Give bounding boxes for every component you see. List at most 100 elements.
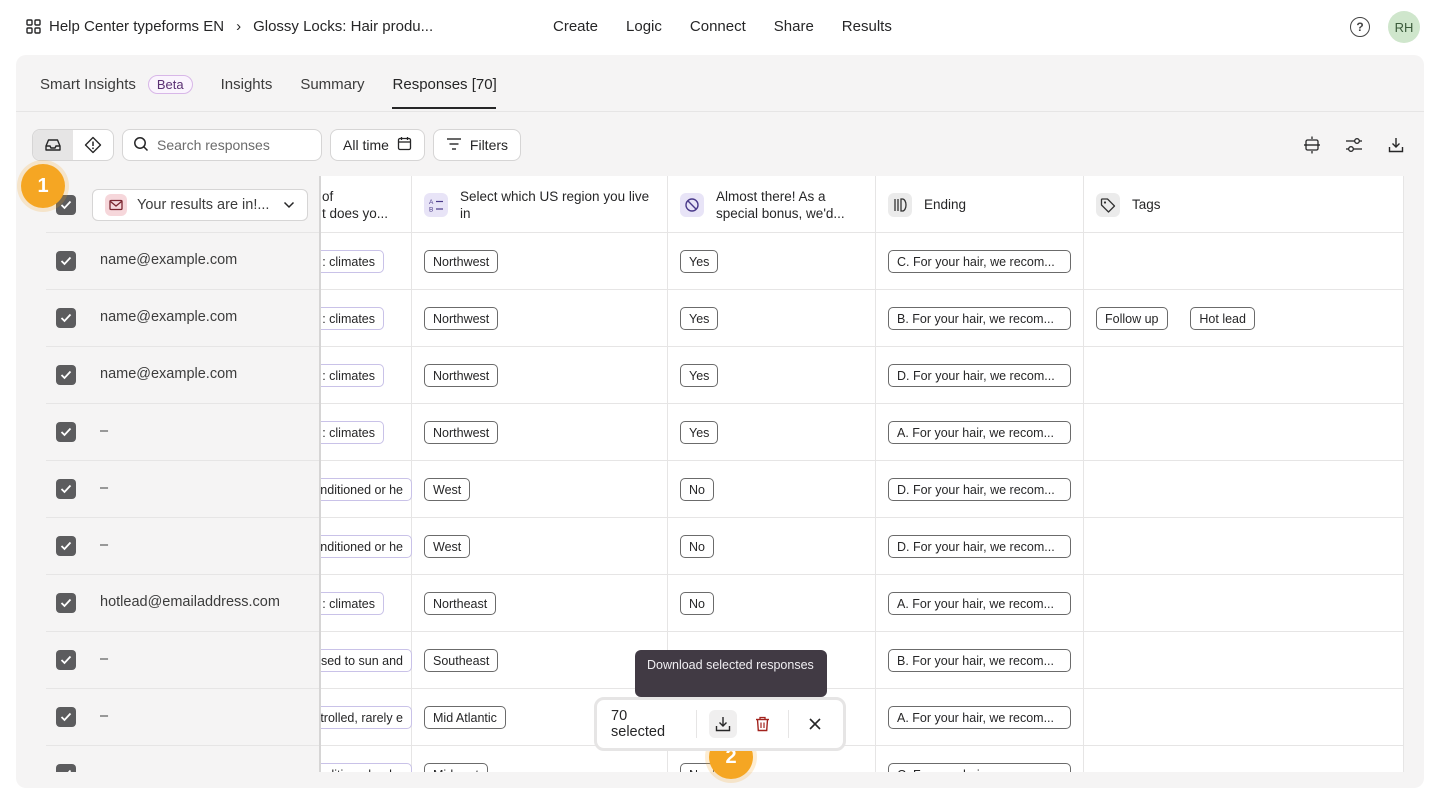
- row-checkbox[interactable]: [56, 593, 76, 613]
- search-icon: [133, 136, 149, 155]
- divider: [788, 710, 790, 738]
- results-subtabs: Smart Insights Beta Insights Summary Res…: [40, 75, 525, 94]
- row-checkbox[interactable]: [56, 479, 76, 499]
- row-checkbox[interactable]: [56, 422, 76, 442]
- respondent-email: name@example.com: [100, 252, 238, 268]
- download-icon[interactable]: [1386, 135, 1406, 155]
- row-checkbox[interactable]: [56, 536, 76, 556]
- region-answer-tag: West: [424, 478, 471, 501]
- table-row-fixed: name@example.com: [46, 290, 319, 347]
- ending-tag: B. For your hair, we recom...: [888, 649, 1071, 672]
- row-height-icon[interactable]: [1302, 135, 1322, 155]
- table-row-fixed: –: [46, 689, 319, 746]
- bonus-answer-tag: No: [680, 592, 714, 615]
- settings-sliders-icon[interactable]: [1344, 135, 1364, 155]
- responses-toolbar: All time Filters: [32, 129, 522, 161]
- avatar[interactable]: RH: [1388, 11, 1420, 43]
- nav-connect[interactable]: Connect: [690, 18, 746, 35]
- nav-results[interactable]: Results: [842, 18, 892, 35]
- breadcrumb-workspace[interactable]: Help Center typeforms EN: [49, 18, 224, 35]
- bonus-answer-tag: No: [680, 478, 714, 501]
- filters-button[interactable]: Filters: [432, 129, 522, 161]
- ending-tag: C. For your hair, we recom...: [888, 763, 1071, 772]
- fixed-header: Your results are in!...: [46, 176, 319, 233]
- column-header-region[interactable]: AB Select which US region you live in: [424, 176, 654, 233]
- region-answer-tag: Midwest: [424, 763, 488, 772]
- column-header-region-label: Select which US region you live in: [460, 188, 650, 221]
- tab-smart-insights[interactable]: Smart Insights Beta: [40, 75, 193, 94]
- tag-icon: [1096, 192, 1120, 217]
- breadcrumb: Help Center typeforms EN › Glossy Locks:…: [26, 18, 433, 35]
- bonus-answer-tag: No: [680, 535, 714, 558]
- view-toggle: [32, 129, 114, 161]
- fixed-email-column: Your results are in!... name@example.com…: [46, 176, 321, 772]
- ending-icon: [888, 192, 912, 217]
- email-column-selector[interactable]: Your results are in!...: [92, 189, 308, 221]
- table-row-fixed: name@example.com: [46, 233, 319, 290]
- breadcrumb-separator: ›: [236, 18, 242, 35]
- respondent-email: –: [100, 708, 109, 724]
- row-checkbox[interactable]: [56, 707, 76, 727]
- respondent-email: –: [100, 480, 109, 496]
- column-header-tags-label: Tags: [1132, 197, 1161, 212]
- column-header-ending[interactable]: Ending: [888, 176, 1078, 233]
- help-icon[interactable]: ?: [1350, 17, 1370, 37]
- column-header-climate-label: of t does yo...: [322, 188, 389, 221]
- row-checkbox[interactable]: [56, 251, 76, 271]
- ending-tag: A. For your hair, we recom...: [888, 592, 1071, 615]
- search-box[interactable]: [122, 129, 322, 161]
- list-abc-icon: AB: [424, 192, 448, 217]
- calendar-icon: [397, 136, 412, 154]
- date-filter-label: All time: [343, 137, 389, 153]
- close-icon[interactable]: [801, 710, 829, 738]
- beta-badge: Beta: [147, 75, 193, 94]
- column-header-bonus[interactable]: Almost there! As a special bonus, we'd..…: [680, 176, 870, 233]
- date-filter-button[interactable]: All time: [330, 129, 425, 161]
- filter-icon: [446, 137, 462, 154]
- region-answer-tag: West: [424, 535, 471, 558]
- tab-insights[interactable]: Insights: [221, 76, 273, 93]
- row-checkbox[interactable]: [56, 365, 76, 385]
- respondent-email: name@example.com: [100, 309, 238, 325]
- apps-grid-icon[interactable]: [26, 19, 41, 34]
- mail-icon: [105, 194, 127, 216]
- bonus-answer-tag: Yes: [680, 250, 719, 273]
- selection-action-bar: 70 selected: [594, 697, 846, 751]
- region-answer-tag: Northwest: [424, 421, 499, 444]
- divider: [696, 710, 698, 738]
- response-tag: Hot lead: [1190, 307, 1255, 330]
- column-header-tags[interactable]: Tags: [1096, 176, 1296, 233]
- table-tools: [1302, 135, 1406, 155]
- breadcrumb-form[interactable]: Glossy Locks: Hair produ...: [253, 18, 433, 35]
- search-input[interactable]: [157, 137, 307, 153]
- top-bar: Help Center typeforms EN › Glossy Locks:…: [0, 0, 1440, 55]
- partial-responses-icon[interactable]: [73, 130, 113, 160]
- inbox-view-icon[interactable]: [33, 130, 73, 160]
- nav-create[interactable]: Create: [553, 18, 598, 35]
- svg-text:B: B: [429, 206, 433, 213]
- tab-smart-insights-label: Smart Insights: [40, 76, 136, 93]
- column-header-ending-label: Ending: [924, 197, 967, 212]
- ending-tag: B. For your hair, we recom...: [888, 307, 1071, 330]
- active-tab-indicator: [392, 107, 496, 109]
- row-checkbox[interactable]: [56, 308, 76, 328]
- delete-selected-button[interactable]: [749, 710, 777, 738]
- ending-tag: A. For your hair, we recom...: [888, 706, 1071, 729]
- blocked-icon: [680, 192, 704, 217]
- table-row-fixed: –: [46, 461, 319, 518]
- nav-logic[interactable]: Logic: [626, 18, 662, 35]
- table-row-fixed: [46, 746, 319, 772]
- respondent-email: –: [100, 423, 109, 439]
- region-answer-tag: Mid Atlantic: [424, 706, 506, 729]
- row-checkbox[interactable]: [56, 764, 76, 772]
- row-checkbox[interactable]: [56, 650, 76, 670]
- bonus-answer-tag: Yes: [680, 307, 719, 330]
- download-selected-button[interactable]: [709, 710, 737, 738]
- region-answer-tag: Northwest: [424, 250, 499, 273]
- column-header-climate[interactable]: of t does yo...: [322, 176, 410, 233]
- nav-share[interactable]: Share: [774, 18, 814, 35]
- tab-responses[interactable]: Responses [70]: [393, 76, 497, 93]
- respondent-email: hotlead@emailaddress.com: [100, 594, 280, 610]
- ending-tag: D. For your hair, we recom...: [888, 535, 1071, 558]
- tab-summary[interactable]: Summary: [300, 76, 364, 93]
